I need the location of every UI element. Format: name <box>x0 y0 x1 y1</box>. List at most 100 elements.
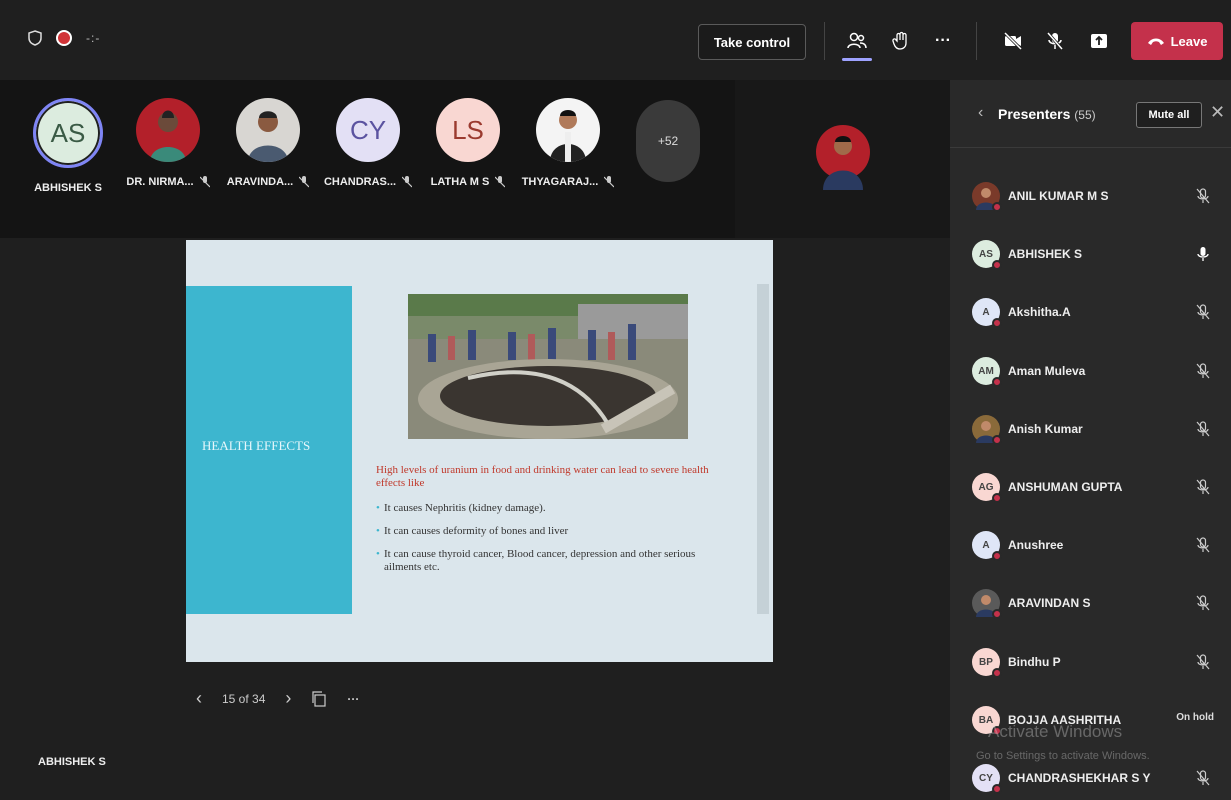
presenter-name: BOJJA AASHRITHA <box>1008 713 1122 727</box>
avatar: CY <box>972 764 1002 794</box>
mic-off-icon[interactable] <box>1196 304 1210 320</box>
mic-off-icon[interactable] <box>1196 363 1210 379</box>
presenter-name: ANSHUMAN GUPTA <box>1008 480 1123 494</box>
presenter-row[interactable]: A Akshitha.A <box>972 292 1222 332</box>
meeting-status-group: -:- <box>28 30 100 46</box>
leave-button[interactable]: Leave <box>1131 22 1223 60</box>
copy-slides-icon[interactable] <box>311 690 327 707</box>
slide-scrollbar[interactable] <box>757 284 769 614</box>
presenter-row[interactable]: ANIL KUMAR M S <box>972 176 1222 216</box>
next-slide-button[interactable]: › <box>285 688 291 709</box>
mic-off-icon[interactable] <box>1196 479 1210 495</box>
slide-bullet: It can causes deformity of bones and liv… <box>376 525 716 538</box>
previous-slide-button[interactable]: ‹ <box>196 688 202 709</box>
participants-button[interactable] <box>842 26 872 56</box>
slide-bullet-list: It causes Nephritis (kidney damage). It … <box>376 502 716 584</box>
participant-tile[interactable]: CY CHANDRAS... <box>318 98 418 188</box>
presenter-row[interactable]: A Anushree <box>972 525 1222 565</box>
avatar-initials: A <box>982 306 990 318</box>
participant-tile[interactable]: THYAGARAJ... <box>518 98 618 188</box>
avatar-initials: CY <box>979 772 993 784</box>
presence-indicator <box>992 260 1002 270</box>
presence-indicator <box>992 318 1002 328</box>
presenter-name: CHANDRASHEKHAR S Y <box>1008 771 1151 785</box>
well-photo-image <box>408 294 688 439</box>
toolbar-divider <box>976 22 977 60</box>
presenter-row[interactable]: CY CHANDRASHEKHAR S Y <box>972 758 1222 798</box>
avatar-initials: AG <box>978 481 994 493</box>
avatar: A <box>972 531 1002 561</box>
presenter-count: (55) <box>1074 108 1096 122</box>
presenter-row[interactable]: Anish Kumar <box>972 409 1222 449</box>
avatar-initials: A <box>982 539 990 551</box>
avatar: AG <box>972 473 1002 503</box>
camera-toggle-button[interactable] <box>998 26 1028 56</box>
meeting-toolbar: -:- Take control ··· Leave <box>0 0 1231 80</box>
presenter-row[interactable]: ARAVINDAN S <box>972 583 1222 623</box>
participant-tile[interactable]: DR. NIRMA... <box>118 98 218 188</box>
mic-off-icon[interactable] <box>1196 188 1210 204</box>
participant-tile[interactable]: AS ABHISHEK S <box>18 98 118 194</box>
take-control-button[interactable]: Take control <box>698 24 806 60</box>
mic-off-icon[interactable] <box>1196 421 1210 437</box>
self-avatar-photo-icon <box>816 125 870 190</box>
leave-label: Leave <box>1170 33 1208 49</box>
presenter-row[interactable]: AS ABHISHEK S <box>972 234 1222 274</box>
presence-indicator <box>992 377 1002 387</box>
mic-off-icon[interactable] <box>1196 537 1210 553</box>
slide-more-button[interactable]: ··· <box>347 692 359 706</box>
avatar <box>536 98 600 162</box>
presenter-row[interactable]: BP Bindhu P <box>972 642 1222 682</box>
active-tab-indicator <box>842 58 872 61</box>
slide-position: 15 of 34 <box>222 691 266 706</box>
more-actions-button[interactable]: ··· <box>928 26 958 56</box>
share-screen-button[interactable] <box>1084 26 1114 56</box>
avatar <box>972 415 1002 445</box>
slide-title-panel: HEALTH EFFECTS <box>186 286 352 614</box>
avatar: AM <box>972 357 1002 387</box>
shield-icon <box>28 30 42 46</box>
mic-off-icon[interactable] <box>1196 770 1210 786</box>
mic-off-icon <box>199 176 210 188</box>
back-chevron-icon[interactable]: ‹ <box>978 104 983 122</box>
mic-off-icon <box>604 176 615 188</box>
participant-tile[interactable]: LS LATHA M S <box>418 98 518 188</box>
share-icon <box>1091 34 1107 48</box>
avatar <box>236 98 300 162</box>
presence-indicator <box>992 202 1002 212</box>
avatar: A <box>972 298 1002 328</box>
raise-hand-button[interactable] <box>886 26 916 56</box>
mic-off-icon[interactable] <box>1196 595 1210 611</box>
hand-icon <box>892 31 907 50</box>
presence-indicator <box>992 784 1002 794</box>
avatar: BP <box>972 648 1002 678</box>
presenter-row[interactable]: BA BOJJA AASHRITHA On hold <box>972 700 1222 740</box>
slide-navigation: ‹ 15 of 34 › ··· <box>196 688 359 709</box>
presence-indicator <box>992 493 1002 503</box>
presenter-row[interactable]: AG ANSHUMAN GUPTA <box>972 467 1222 507</box>
person-photo-icon <box>248 111 288 162</box>
close-icon[interactable]: ✕ <box>1210 102 1225 123</box>
participant-tile[interactable]: ARAVINDA... <box>218 98 318 188</box>
camera-off-icon <box>1003 31 1023 51</box>
mic-off-icon <box>1046 32 1064 50</box>
mic-on-icon[interactable] <box>1196 246 1210 262</box>
recording-icon <box>56 30 72 46</box>
slide-bullet: It can cause thyroid cancer, Blood cance… <box>376 548 716 574</box>
participant-gallery: AS ABHISHEK S DR. NIRMA... ARAVINDA... C… <box>0 80 950 238</box>
avatar <box>136 98 200 162</box>
slide-title: HEALTH EFFECTS <box>202 438 311 453</box>
presence-indicator <box>992 668 1002 678</box>
self-video-tile <box>735 80 950 238</box>
presenter-name: Akshitha.A <box>1008 305 1071 319</box>
mic-toggle-button[interactable] <box>1040 26 1070 56</box>
presenter-name: Anushree <box>1008 538 1064 552</box>
person-photo-icon <box>550 110 586 162</box>
mute-all-button[interactable]: Mute all <box>1136 102 1202 128</box>
slide-heading: High levels of uranium in food and drink… <box>376 464 709 489</box>
panel-header: ‹ Presenters (55) Mute all ✕ <box>950 80 1231 148</box>
more-participants-button[interactable]: +52 <box>636 100 700 182</box>
avatar-initials: AS <box>979 248 993 260</box>
mic-off-icon[interactable] <box>1196 654 1210 670</box>
presenter-row[interactable]: AM Aman Muleva <box>972 351 1222 391</box>
